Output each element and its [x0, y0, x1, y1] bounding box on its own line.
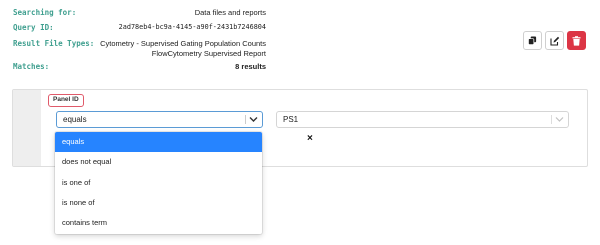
chevron-down-icon[interactable] — [555, 116, 564, 123]
operator-dropdown-menu: equals does not equal is one of is none … — [55, 132, 262, 234]
value-selected: PS1 — [283, 115, 299, 124]
query-actions — [523, 31, 586, 50]
select-separator — [551, 115, 552, 124]
matches-value: 8 results — [235, 62, 266, 71]
searching-for-value: Data files and reports — [194, 8, 266, 17]
result-file-type-2: FlowCytometry Supervised Report — [151, 49, 266, 58]
operator-option-contains-term[interactable]: contains term — [55, 213, 262, 233]
copy-button[interactable] — [523, 31, 542, 50]
operator-option-is-one-of[interactable]: is one of — [55, 173, 262, 193]
copy-icon — [528, 36, 537, 45]
trash-icon — [572, 35, 581, 46]
select-separator — [245, 115, 246, 124]
operator-option-is-none-of[interactable]: is none of — [55, 193, 262, 213]
query-summary: Searching for: Data files and reports Qu… — [0, 0, 600, 80]
operator-option-equals[interactable]: equals — [55, 132, 262, 152]
remove-filter-icon[interactable]: × — [307, 134, 313, 144]
edit-button[interactable] — [545, 31, 564, 50]
drag-handle-gutter[interactable] — [13, 90, 41, 166]
value-select[interactable]: PS1 — [276, 111, 569, 128]
delete-button[interactable] — [567, 31, 586, 50]
edit-icon — [549, 36, 559, 46]
chevron-down-icon[interactable] — [249, 116, 258, 123]
query-id-value: 2ad78eb4-bc9a-4145-a90f-2431b7246804 — [118, 23, 266, 31]
operator-select[interactable]: equals — [56, 111, 263, 128]
operator-selected-value: equals — [63, 115, 87, 124]
operator-option-does-not-equal[interactable]: does not equal — [55, 152, 262, 172]
result-file-type-1: Cytometry - Supervised Gating Population… — [100, 39, 266, 48]
field-name-tag[interactable]: Panel ID — [48, 94, 84, 107]
